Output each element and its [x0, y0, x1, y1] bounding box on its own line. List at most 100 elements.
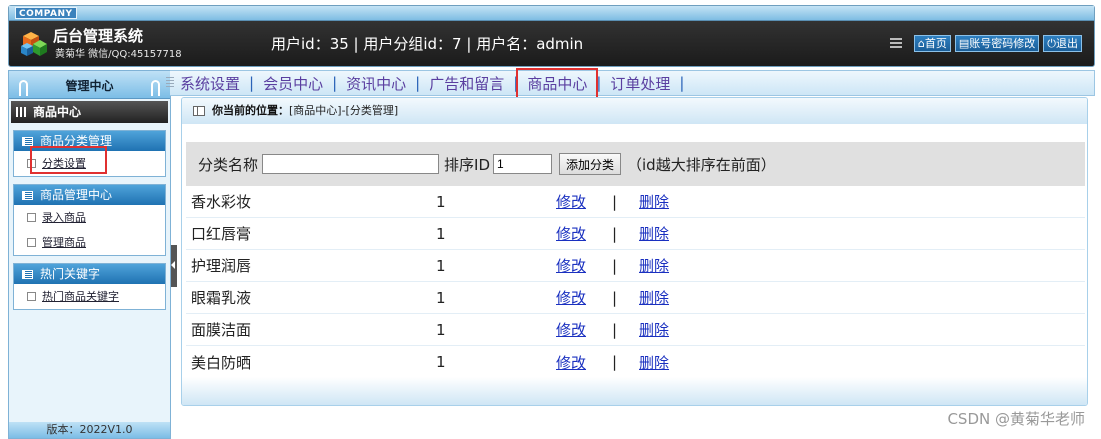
sidebar-item-hot-keywords[interactable]: 热门商品关键字 [14, 284, 165, 309]
home-button[interactable]: ⌂首页 [913, 35, 951, 52]
delete-link[interactable]: 删除 [639, 289, 669, 307]
delete-link[interactable]: 删除 [639, 354, 669, 372]
sidebar-group-header[interactable]: 热门关键字 [14, 264, 165, 284]
row-separator: | [612, 288, 618, 307]
row-separator: | [612, 224, 618, 243]
logout-button[interactable]: ⏻退出 [1043, 35, 1082, 52]
list-icon [22, 137, 33, 146]
breadcrumb-path: [商品中心]-[分类管理] [289, 104, 399, 117]
nav-item-ads[interactable]: 广告和留言 [423, 73, 510, 94]
sidebar-title: 管理中心 [65, 79, 114, 93]
current-section-label: 商品中心 [33, 105, 82, 119]
nav-separator: | [596, 74, 602, 92]
sidebar: 管理中心 商品中心 商品分类管理 分类设置 商品管理中心 录入商品 管理商品 热… [8, 70, 171, 439]
row-separator: | [612, 256, 618, 275]
nav-item-members[interactable]: 会员中心 [257, 73, 329, 94]
delete-link[interactable]: 删除 [639, 225, 669, 243]
power-icon: ⏻ [1047, 37, 1056, 50]
hook-icon [151, 80, 160, 96]
sidebar-group-title: 商品管理中心 [40, 188, 113, 202]
version-label: 版本：2022V1.0 [9, 422, 170, 438]
header-top-strip: COMPANY [9, 6, 1094, 21]
sidebar-group-header[interactable]: 商品管理中心 [14, 185, 165, 205]
category-sort: 1 [436, 320, 446, 339]
nav-separator: | [332, 74, 338, 92]
page-icon [27, 213, 36, 222]
sidebar-collapse-handle[interactable] [171, 245, 177, 287]
category-name: 眼霜乳液 [191, 289, 252, 307]
window-icon [193, 106, 205, 116]
user-info: 用户id：35 | 用户分组id：7 | 用户名：admin [271, 35, 584, 53]
system-title: 后台管理系统 [53, 27, 144, 45]
delete-link[interactable]: 删除 [639, 321, 669, 339]
category-sort: 1 [436, 256, 446, 275]
logout-label: 退出 [1056, 37, 1078, 50]
current-section: 商品中心 [11, 101, 168, 123]
table-row: 护理润唇 1 修改 | 删除 [186, 250, 1085, 282]
home-label: 首页 [924, 37, 947, 50]
edit-link[interactable]: 修改 [556, 225, 586, 243]
edit-link[interactable]: 修改 [556, 257, 586, 275]
system-subtitle: 黄菊华 微信/QQ:45157718 [55, 49, 182, 60]
page-icon [27, 292, 36, 301]
category-name: 口红唇膏 [191, 225, 252, 243]
watermark: CSDN @黄菊华老师 [947, 410, 1085, 428]
category-name: 香水彩妆 [191, 193, 252, 211]
nav-separator: | [679, 74, 685, 92]
breadcrumb-label: 你当前的位置： [212, 104, 289, 117]
main-panel: 你当前的位置：[商品中心]-[分类管理] 分类名称 排序ID 添加分类 （id越… [181, 97, 1088, 406]
sidebar-item-add-product[interactable]: 录入商品 [14, 205, 165, 230]
table-row: 面膜洁面 1 修改 | 删除 [186, 314, 1085, 346]
list-icon [22, 191, 33, 200]
nav-item-orders[interactable]: 订单处理 [604, 73, 676, 94]
add-category-button[interactable]: 添加分类 [559, 153, 622, 175]
list-icon [22, 270, 33, 279]
sidebar-item-link[interactable]: 管理商品 [42, 236, 86, 249]
grid-icon [889, 38, 902, 49]
chart-icon [16, 107, 28, 117]
delete-link[interactable]: 删除 [639, 193, 669, 211]
nav-item-system[interactable]: 系统设置 [174, 73, 246, 94]
row-separator: | [612, 320, 618, 339]
company-badge: COMPANY [15, 7, 77, 19]
change-password-label: 账号密码修改 [969, 37, 1036, 50]
edit-link[interactable]: 修改 [556, 354, 586, 372]
table-row: 眼霜乳液 1 修改 | 删除 [186, 282, 1085, 314]
delete-link[interactable]: 删除 [639, 257, 669, 275]
nav-separator: | [513, 74, 519, 92]
sort-id-input[interactable] [493, 154, 552, 174]
header-buttons: ⌂首页 ▤账号密码修改 ⏻退出 [889, 35, 1082, 52]
home-icon: ⌂ [917, 37, 925, 50]
category-name-label: 分类名称 [198, 155, 259, 174]
document-icon: ▤ [958, 37, 970, 50]
page-icon [27, 238, 36, 247]
change-password-button[interactable]: ▤账号密码修改 [954, 35, 1040, 52]
panel-footer [182, 377, 1087, 405]
sidebar-group-title: 热门关键字 [40, 267, 101, 281]
table-row: 美白防晒 1 修改 | 删除 [186, 346, 1085, 378]
category-sort: 1 [436, 192, 446, 211]
category-name-input[interactable] [262, 154, 440, 174]
row-separator: | [612, 353, 618, 371]
sidebar-item-manage-product[interactable]: 管理商品 [14, 230, 165, 255]
edit-link[interactable]: 修改 [556, 193, 586, 211]
nav-item-products[interactable]: 商品中心 [516, 67, 599, 99]
edit-link[interactable]: 修改 [556, 289, 586, 307]
app-header: COMPANY 后台管理系统 黄菊华 微信/QQ:45157718 用户id：3… [8, 5, 1095, 67]
sort-hint: （id越大排序在前面） [627, 155, 776, 174]
category-sort: 1 [436, 224, 446, 243]
category-list: 香水彩妆 1 修改 | 删除 口红唇膏 1 修改 | 删除 护理润唇 1 修改 … [186, 186, 1085, 378]
category-name: 面膜洁面 [191, 321, 252, 339]
sidebar-header: 管理中心 [9, 71, 170, 99]
logo-cubes-icon [21, 32, 47, 56]
edit-link[interactable]: 修改 [556, 321, 586, 339]
sidebar-item-link[interactable]: 录入商品 [42, 211, 86, 224]
sidebar-item-link[interactable]: 热门商品关键字 [42, 290, 119, 303]
add-category-form: 分类名称 排序ID 添加分类 （id越大排序在前面） [186, 142, 1085, 186]
row-separator: | [612, 192, 618, 211]
grip-icon [166, 77, 174, 89]
nav-item-news[interactable]: 资讯中心 [340, 73, 412, 94]
category-name: 美白防晒 [191, 353, 252, 372]
sidebar-group-product: 商品管理中心 录入商品 管理商品 [13, 184, 166, 256]
table-row: 口红唇膏 1 修改 | 删除 [186, 218, 1085, 250]
